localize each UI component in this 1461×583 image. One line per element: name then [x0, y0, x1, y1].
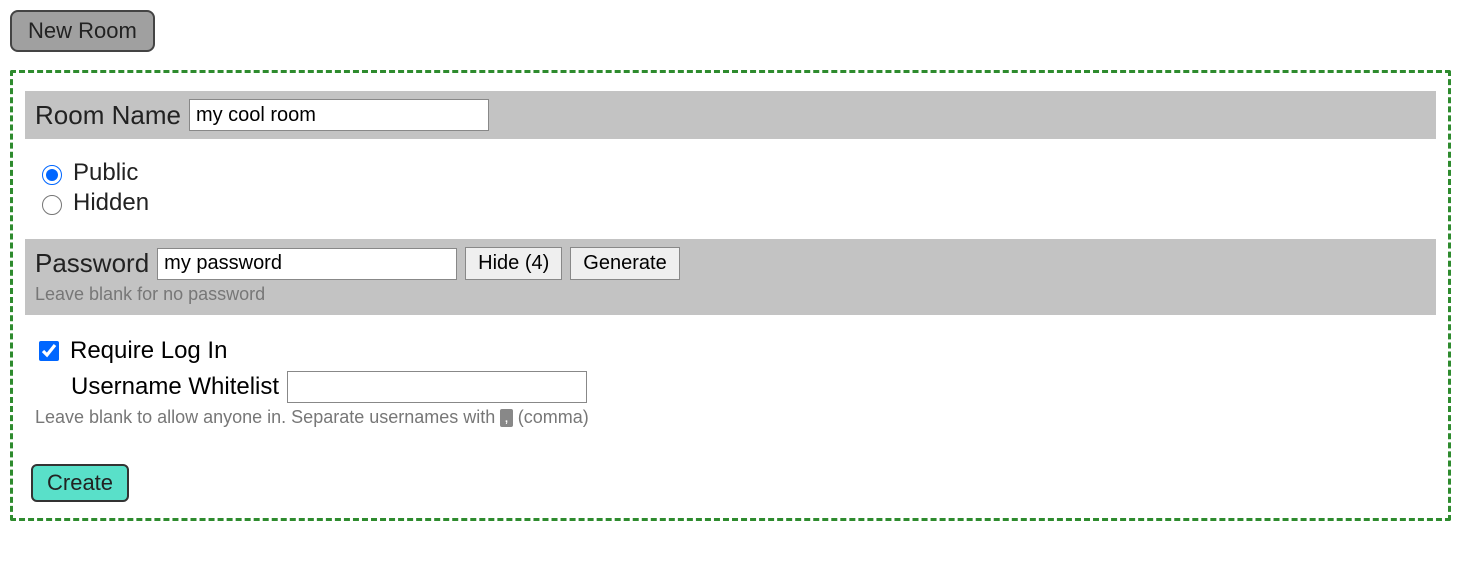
- require-login-row[interactable]: Require Log In: [35, 337, 1426, 365]
- require-login-label: Require Log In: [70, 337, 227, 365]
- visibility-section: Public Hidden: [25, 155, 1436, 223]
- password-hint: Leave blank for no password: [35, 284, 1426, 305]
- whitelist-label: Username Whitelist: [71, 373, 279, 401]
- whitelist-hint-prefix: Leave blank to allow anyone in. Separate…: [35, 407, 500, 427]
- generate-password-button[interactable]: Generate: [570, 247, 679, 280]
- visibility-public-radio[interactable]: [42, 165, 62, 185]
- room-name-input[interactable]: [189, 99, 489, 131]
- visibility-hidden-row[interactable]: Hidden: [37, 189, 1424, 217]
- new-room-panel: Room Name Public Hidden Password Hide (4…: [10, 70, 1451, 521]
- visibility-hidden-radio[interactable]: [42, 195, 62, 215]
- whitelist-input[interactable]: [287, 371, 587, 403]
- comma-key-icon: ,: [500, 409, 512, 427]
- room-name-label: Room Name: [35, 100, 181, 131]
- new-room-button[interactable]: New Room: [10, 10, 155, 52]
- require-login-checkbox[interactable]: [39, 341, 59, 361]
- whitelist-hint-suffix: (comma): [513, 407, 589, 427]
- room-name-section: Room Name: [25, 91, 1436, 139]
- create-button[interactable]: Create: [31, 464, 129, 502]
- visibility-public-label: Public: [73, 159, 138, 187]
- password-section: Password Hide (4) Generate Leave blank f…: [25, 239, 1436, 315]
- password-input[interactable]: [157, 248, 457, 280]
- visibility-public-row[interactable]: Public: [37, 159, 1424, 187]
- visibility-hidden-label: Hidden: [73, 189, 149, 217]
- login-section: Require Log In Username Whitelist Leave …: [25, 337, 1436, 432]
- hide-password-button[interactable]: Hide (4): [465, 247, 562, 280]
- whitelist-hint: Leave blank to allow anyone in. Separate…: [35, 407, 1426, 428]
- password-label: Password: [35, 248, 149, 279]
